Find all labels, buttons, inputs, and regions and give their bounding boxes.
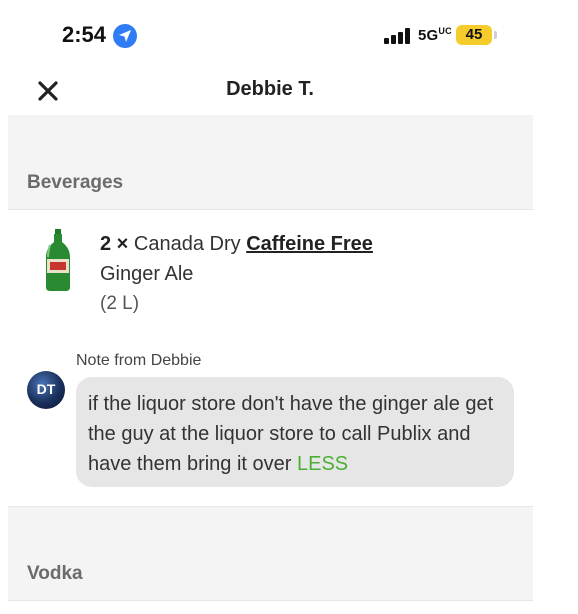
battery-level: 45	[465, 26, 483, 43]
section-label: Beverages	[27, 172, 124, 193]
avatar: DT	[27, 371, 65, 409]
section-label: Vodka	[27, 563, 83, 584]
note-text: if the liquor store don't have the ginge…	[88, 393, 494, 475]
item-title: 2 × Canada Dry Caffeine Free	[100, 233, 373, 256]
page-title: Debbie T.	[226, 78, 314, 100]
status-bar: 2:54 5GUC 45	[0, 0, 578, 68]
section-header-vodka: Vodka	[8, 507, 533, 600]
divider	[8, 209, 533, 210]
location-arrow-icon	[113, 24, 137, 48]
header: Debbie T.	[0, 68, 578, 114]
avatar-initials: DT	[36, 381, 56, 397]
battery-tip	[494, 31, 497, 39]
less-toggle[interactable]: LESS	[297, 453, 348, 475]
item-quantity: 2 ×	[100, 233, 129, 255]
item-name-line2: Ginger Ale	[100, 263, 194, 285]
status-time: 2:54	[62, 22, 107, 47]
divider	[8, 600, 533, 601]
item-size: (2 L)	[100, 293, 140, 314]
network-type: 5GUC	[418, 26, 452, 44]
cellular-signal-icon	[384, 28, 412, 44]
battery-icon: 45	[456, 25, 492, 45]
ginger-ale-bottle-icon	[46, 229, 70, 291]
note-label: Note from Debbie	[76, 352, 202, 369]
note-bubble: if the liquor store don't have the ginge…	[76, 377, 514, 487]
item-name-highlight[interactable]: Caffeine Free	[246, 233, 373, 255]
section-header-beverages: Beverages	[8, 115, 533, 209]
item-name-prefix: Canada Dry	[133, 233, 241, 255]
